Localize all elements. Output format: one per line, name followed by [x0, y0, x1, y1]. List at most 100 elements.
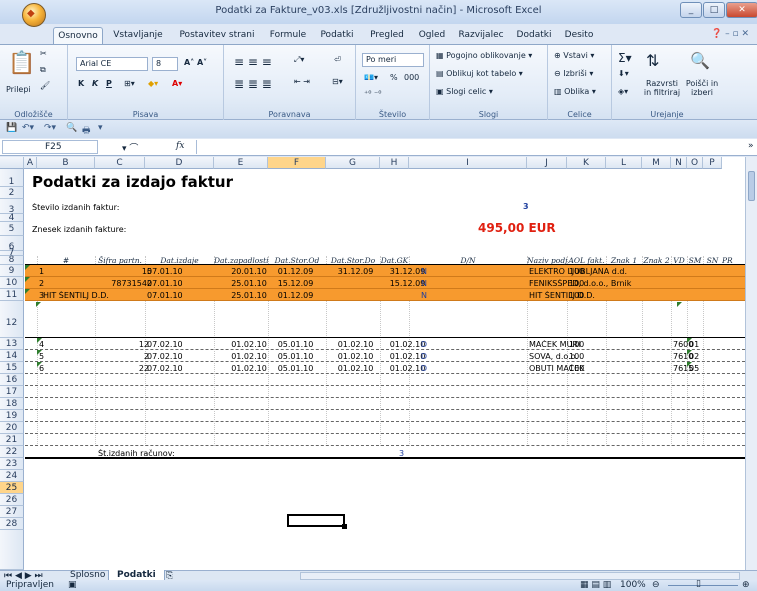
column-header-i[interactable]: I [409, 157, 527, 169]
formula-input[interactable] [196, 140, 744, 154]
table-cell[interactable]: N [411, 279, 437, 288]
help-icon[interactable]: ❓ – ▫ ✕ [711, 29, 749, 39]
tab-osnovno[interactable]: Osnovno [53, 27, 103, 45]
table-cell[interactable]: 15.12.09 [270, 279, 321, 288]
table-cell[interactable]: 1 [39, 267, 49, 276]
conditional-formatting-button[interactable]: ▦ Pogojno oblikovanje ▾ [436, 51, 532, 60]
table-cell[interactable]: 100 [569, 352, 606, 361]
zoom-out-icon[interactable]: ⊖ [652, 580, 660, 591]
column-header-n[interactable]: N [671, 157, 687, 169]
zoom-slider[interactable] [668, 585, 738, 586]
table-cell[interactable]: 100 [569, 340, 606, 349]
print-preview-icon[interactable]: 🔍 [66, 123, 77, 133]
column-header-g[interactable]: G [326, 157, 380, 169]
tab-podatki[interactable]: Podatki [314, 27, 360, 44]
tab-vstavljanje[interactable]: Vstavljanje [108, 27, 168, 44]
scroll-thumb[interactable] [748, 171, 755, 201]
table-cell[interactable]: 100 [569, 267, 606, 276]
row-header-3[interactable]: 3 [0, 199, 24, 215]
maximize-button[interactable]: □ [703, 2, 725, 18]
column-header-c[interactable]: C [95, 157, 145, 169]
decimal-icon[interactable]: ⁺⁰ ⁻⁰ [364, 89, 381, 98]
row-header-21[interactable]: 21 [0, 434, 24, 446]
row-header-22[interactable]: 22 [0, 446, 24, 458]
column-header-o[interactable]: O [687, 157, 703, 169]
table-cell[interactable]: D [411, 352, 437, 361]
row-header-13[interactable]: 13 [0, 338, 24, 350]
table-cell[interactable]: 01.12.09 [270, 267, 321, 276]
table-cell[interactable]: 07.02.10 [147, 340, 194, 349]
clear-icon[interactable]: ◈▾ [618, 87, 628, 96]
merge-icon[interactable]: ⊟▾ [332, 77, 343, 86]
bold-button[interactable]: K [78, 79, 84, 88]
redo-icon[interactable]: ↷▾ [44, 123, 56, 133]
paste-button[interactable]: Prilepi [6, 85, 31, 94]
table-row-empty[interactable] [25, 374, 745, 386]
table-cell[interactable]: 22 [97, 364, 149, 373]
indent-icon[interactable]: ⇤ ⇥ [294, 77, 310, 86]
font-name-box[interactable]: Arial CE [76, 57, 148, 71]
vertical-scrollbar[interactable] [745, 157, 757, 570]
close-button[interactable]: ✕ [726, 2, 757, 18]
format-button[interactable]: ▥ Oblika ▾ [554, 87, 596, 96]
horizontal-scrollbar[interactable] [300, 572, 740, 580]
tab-desito[interactable]: Desito [559, 27, 599, 44]
customize-qat-icon[interactable]: ▾ [98, 123, 103, 133]
active-cell-selection[interactable] [287, 514, 345, 527]
tab-formule[interactable]: Formule [265, 27, 311, 44]
row-header-5[interactable]: 5 [0, 222, 24, 236]
format-painter-icon[interactable]: 🖌 [40, 81, 50, 90]
table-cell[interactable]: D [411, 340, 437, 349]
tab-dodatki[interactable]: Dodatki [512, 27, 556, 44]
column-header-a[interactable]: A [24, 157, 37, 169]
table-cell[interactable]: 01.02.10 [328, 364, 383, 373]
row-header-16[interactable]: 16 [0, 374, 24, 386]
table-row-empty[interactable] [25, 398, 745, 410]
column-header-m[interactable]: M [642, 157, 671, 169]
column-header-k[interactable]: K [567, 157, 606, 169]
view-buttons-icon[interactable]: ▦ ▤ ▥ [580, 580, 611, 591]
delete-button[interactable]: ⊖ Izbriši ▾ [554, 69, 593, 78]
undo-icon[interactable]: ↶▾ [22, 123, 34, 133]
table-cell[interactable]: 07.01.10 [147, 291, 194, 300]
borders-icon[interactable]: ⊞▾ [124, 79, 135, 88]
align-left-icon[interactable]: ≣ ≣ ≣ [234, 77, 272, 91]
select-all-corner[interactable] [0, 157, 24, 169]
copy-icon[interactable]: ⧉ [40, 65, 46, 75]
table-row-empty[interactable] [25, 410, 745, 422]
table-cell[interactable]: N [411, 291, 437, 300]
row-header-28[interactable]: 28 [0, 518, 24, 530]
row-header-2[interactable]: 2 [0, 187, 24, 199]
row-header-20[interactable]: 20 [0, 422, 24, 434]
table-cell[interactable]: 2 [39, 279, 49, 288]
table-row-empty[interactable] [25, 434, 745, 446]
macro-record-icon[interactable]: ▣ [68, 580, 77, 591]
autosum-icon[interactable]: Σ▾ [618, 51, 632, 65]
table-cell[interactable]: 07.02.10 [147, 352, 194, 361]
table-cell[interactable]: N [411, 267, 437, 276]
fill-color-icon[interactable]: ◆▾ [148, 79, 158, 88]
italic-button[interactable]: K [92, 79, 98, 88]
row-header-9[interactable]: 9 [0, 265, 24, 277]
cut-icon[interactable]: ✂ [40, 49, 47, 58]
table-cell[interactable]: 07.01.10 [147, 267, 194, 276]
table-cell[interactable]: 01.02.10 [328, 352, 383, 361]
grow-font-icon[interactable]: A˄ A˅ [184, 58, 207, 67]
wrap-text-icon[interactable]: ⏎ [334, 55, 341, 64]
zoom-thumb-icon[interactable]: ▯ [696, 579, 701, 590]
table-cell[interactable]: 100 [569, 279, 606, 288]
tab-postavitev-strani[interactable]: Postavitev strani [173, 27, 261, 44]
number-format-box[interactable]: Po meri [362, 53, 424, 67]
column-header-e[interactable]: E [214, 157, 268, 169]
row-header-27[interactable]: 27 [0, 506, 24, 518]
table-cell[interactable]: 05.01.10 [270, 340, 321, 349]
paste-icon[interactable]: 📋 [8, 51, 35, 76]
row-header-25[interactable]: 25 [0, 482, 24, 494]
table-cell[interactable]: 78731542 [97, 279, 152, 288]
column-header-d[interactable]: D [145, 157, 214, 169]
align-top-icon[interactable]: ≡ ≡ ≡ [234, 55, 272, 69]
font-color-icon[interactable]: A▾ [172, 79, 182, 88]
row-header-10[interactable]: 10 [0, 277, 24, 289]
table-cell[interactable]: 05.01.10 [270, 364, 321, 373]
fill-icon[interactable]: ⬇▾ [618, 69, 629, 78]
